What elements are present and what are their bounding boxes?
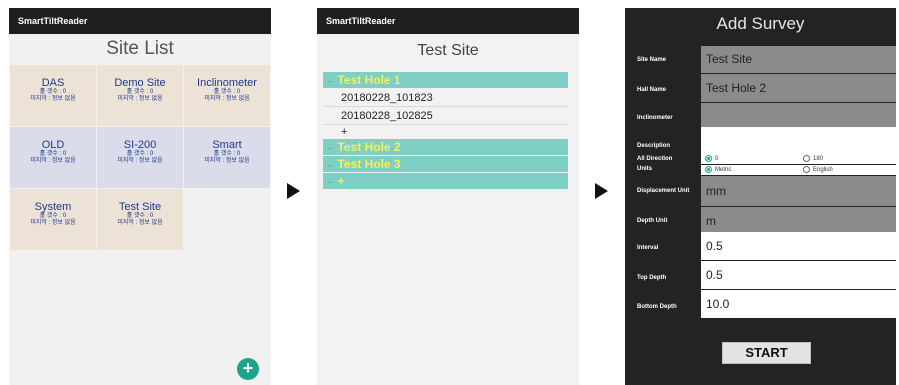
site-hole-count: 홀 갯수 : 0 — [126, 213, 154, 219]
arrow-right-icon — [595, 183, 608, 199]
arrow-right-icon — [287, 183, 300, 199]
site-tile-test-site[interactable]: Test Site 홀 갯수 : 0 미지막 : 정보 없음 — [97, 189, 183, 250]
site-hole-count: 홀 갯수 : 0 — [39, 89, 67, 95]
units-metric-radio[interactable] — [705, 166, 712, 173]
interval-field[interactable]: 0.5 — [701, 232, 896, 260]
site-last-info: 미지막 : 정보 없음 — [30, 158, 76, 164]
displacement-unit-field[interactable]: mm — [701, 176, 896, 206]
app-bar-title: SmartTiltReader — [317, 8, 579, 34]
site-name-field[interactable]: Test Site — [701, 46, 896, 73]
site-name: DAS — [41, 77, 65, 89]
description-label: Description — [637, 143, 671, 149]
add-site-button[interactable]: + — [237, 358, 259, 380]
site-name: SI-200 — [123, 139, 157, 151]
direction-0-label: 0 — [715, 156, 719, 162]
page-title: Test Site — [417, 42, 479, 59]
site-detail-screen: SmartTiltReader Test Site – Test Hole 1 2… — [317, 8, 579, 385]
site-name: System — [34, 201, 72, 213]
site-name-label: Site Name — [637, 57, 667, 63]
site-hole-count: 홀 갯수 : 0 — [39, 151, 67, 157]
units-label: Units — [637, 166, 652, 172]
site-tile-system[interactable]: System 홀 갯수 : 0 미지막 : 정보 없음 — [10, 189, 96, 250]
site-last-info: 미지막 : 정보 없음 — [117, 220, 163, 226]
displacement-unit-label: Displacement Unit — [637, 188, 690, 194]
site-name: Smart — [212, 139, 242, 151]
site-last-info: 미지막 : 정보 없음 — [204, 158, 250, 164]
site-last-info: 미지막 : 정보 없음 — [30, 96, 76, 102]
hall-name-field[interactable]: Test Hole 2 — [701, 74, 896, 102]
site-list-screen: SmartTiltReader Site List DAS 홀 갯수 : 0 미… — [9, 8, 271, 385]
hole-label: Test Hole 2 — [337, 140, 401, 154]
direction-180-label: 180 — [813, 156, 824, 162]
site-tile-demo-site[interactable]: Demo Site 홀 갯수 : 0 미지막 : 정보 없음 — [97, 65, 183, 126]
site-last-info: 미지막 : 정보 없음 — [30, 220, 76, 226]
site-hole-count: 홀 갯수 : 0 — [213, 89, 241, 95]
expand-arrow-icon: – — [327, 77, 332, 86]
hole-label: Test Hole 1 — [337, 73, 401, 87]
hole-tree: – Test Hole 1 20180228_101823 20180228_10… — [317, 72, 568, 189]
add-hole-button[interactable]: – + — [323, 173, 568, 189]
hole-item-test-hole-3[interactable]: – Test Hole 3 — [323, 156, 568, 172]
site-tile-old[interactable]: OLD 홀 갯수 : 0 미지막 : 정보 없음 — [10, 127, 96, 188]
site-hole-count: 홀 갯수 : 0 — [126, 151, 154, 157]
hole-label: Test Hole 3 — [337, 157, 401, 171]
depth-unit-field[interactable]: m — [701, 207, 896, 235]
site-last-info: 미지막 : 정보 없음 — [117, 158, 163, 164]
site-tile-si-200[interactable]: SI-200 홀 갯수 : 0 미지막 : 정보 없음 — [97, 127, 183, 188]
expand-arrow-icon: – — [327, 161, 332, 170]
direction-180-radio[interactable] — [803, 155, 810, 162]
site-name: Demo Site — [114, 77, 166, 89]
plus-icon: + — [242, 358, 254, 378]
units-english-radio[interactable] — [803, 166, 810, 173]
site-tile-smart[interactable]: Smart 홀 갯수 : 0 미지막 : 정보 없음 — [184, 127, 270, 188]
survey-item[interactable]: 20180228_101823 — [323, 89, 568, 107]
start-button[interactable]: START — [722, 342, 811, 364]
top-depth-label: Top Depth — [637, 275, 667, 281]
add-survey-button[interactable]: + — [323, 125, 568, 139]
expand-arrow-icon: – — [327, 144, 332, 153]
hall-name-label: Hall Name — [637, 87, 667, 93]
direction-0-radio[interactable] — [705, 155, 712, 162]
description-field[interactable] — [701, 127, 896, 154]
units-radio-group: Metric English — [701, 165, 896, 175]
units-metric-label: Metric — [715, 167, 732, 173]
all-direction-label: All Direction — [637, 156, 673, 162]
inclinometer-label: Inclinometer — [637, 115, 673, 121]
add-survey-screen: Add Survey Site Name Test Site Hall Name… — [625, 8, 896, 385]
expand-arrow-icon: – — [327, 178, 332, 187]
page-title: Site List — [106, 38, 174, 59]
site-name: Inclinometer — [197, 77, 257, 89]
top-depth-field[interactable]: 0.5 — [701, 261, 896, 289]
add-hole-label: + — [337, 174, 345, 188]
site-tile-inclinometer[interactable]: Inclinometer 홀 갯수 : 0 미지막 : 정보 없음 — [184, 65, 270, 126]
survey-item[interactable]: 20180228_102825 — [323, 107, 568, 125]
page-title: Add Survey — [716, 14, 805, 33]
site-hole-count: 홀 갯수 : 0 — [213, 151, 241, 157]
site-name: Test Site — [118, 201, 162, 213]
bottom-depth-label: Bottom Depth — [637, 304, 677, 310]
interval-label: Interval — [637, 245, 659, 251]
site-hole-count: 홀 갯수 : 0 — [126, 89, 154, 95]
site-last-info: 미지막 : 정보 없음 — [204, 96, 250, 102]
app-bar-title: SmartTiltReader — [9, 8, 271, 34]
site-last-info: 미지막 : 정보 없음 — [117, 96, 163, 102]
units-english-label: English — [813, 167, 833, 173]
site-hole-count: 홀 갯수 : 0 — [39, 213, 67, 219]
hole-item-test-hole-1[interactable]: – Test Hole 1 — [323, 72, 568, 88]
direction-radio-group: 0 180 — [701, 154, 896, 164]
site-tile-das[interactable]: DAS 홀 갯수 : 0 미지막 : 정보 없음 — [10, 65, 96, 126]
site-grid: DAS 홀 갯수 : 0 미지막 : 정보 없음 Demo Site 홀 갯수 … — [9, 65, 271, 250]
depth-unit-label: Depth Unit — [637, 218, 668, 224]
hole-item-test-hole-2[interactable]: – Test Hole 2 — [323, 139, 568, 155]
bottom-depth-field[interactable]: 10.0 — [701, 290, 896, 318]
site-name: OLD — [41, 139, 65, 151]
